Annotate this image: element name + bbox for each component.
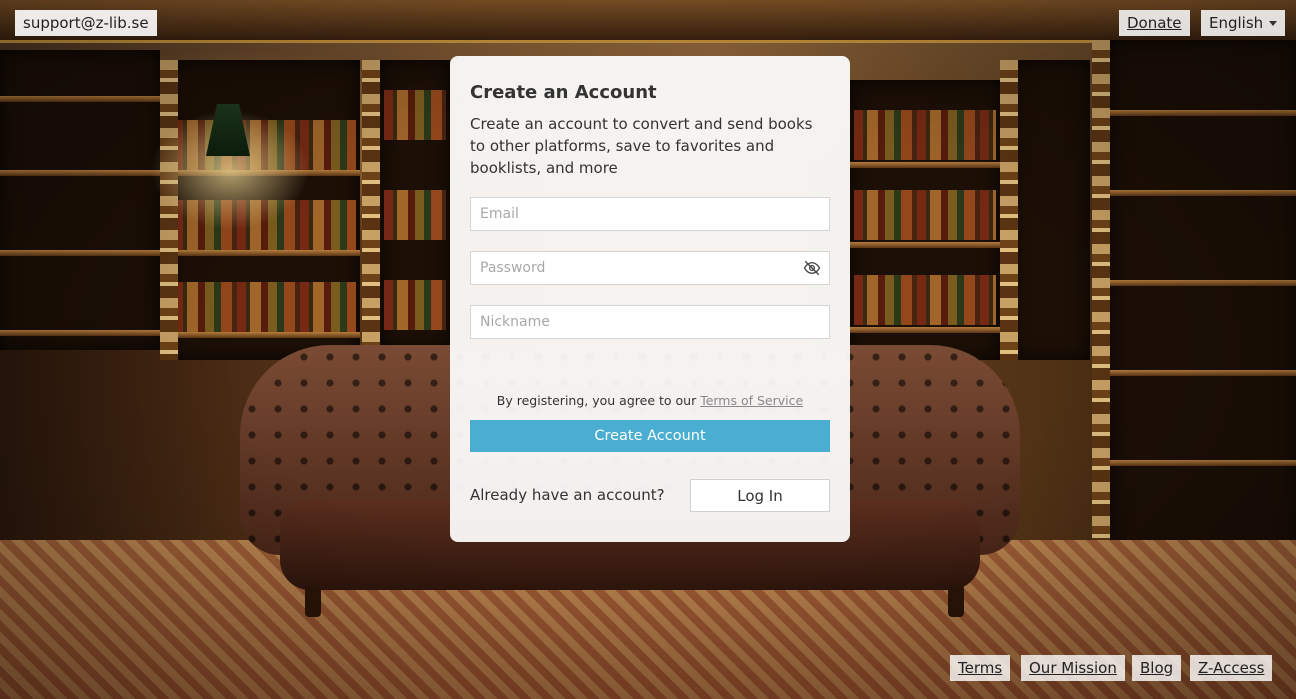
support-email: support@z-lib.se: [15, 10, 157, 36]
log-in-button[interactable]: Log In: [690, 479, 830, 512]
card-title: Create an Account: [470, 82, 657, 103]
nickname-field[interactable]: [470, 305, 830, 339]
terms-notice: By registering, you agree to our Terms o…: [470, 393, 830, 408]
terms-prefix: By registering, you agree to our: [496, 393, 701, 408]
footer-link-terms[interactable]: Terms: [950, 655, 1011, 681]
already-have-account-text: Already have an account?: [470, 486, 665, 504]
footer-link-our-mission[interactable]: Our Mission: [1021, 655, 1125, 681]
eye-off-icon[interactable]: [803, 259, 821, 277]
footer-link-blog[interactable]: Blog: [1132, 655, 1182, 681]
language-select[interactable]: English: [1201, 10, 1285, 36]
footer-link-z-access[interactable]: Z-Access: [1190, 655, 1273, 681]
donate-link[interactable]: Donate: [1119, 10, 1190, 36]
email-field[interactable]: [470, 197, 830, 231]
terms-of-service-link[interactable]: Terms of Service: [700, 393, 803, 408]
caret-down-icon: [1269, 21, 1277, 26]
card-description: Create an account to convert and send bo…: [470, 115, 813, 177]
create-account-button[interactable]: Create Account: [470, 420, 830, 452]
language-select-value: English: [1209, 14, 1264, 32]
password-field[interactable]: [470, 251, 830, 285]
registration-card: Create an Account Create an account to c…: [450, 56, 850, 542]
